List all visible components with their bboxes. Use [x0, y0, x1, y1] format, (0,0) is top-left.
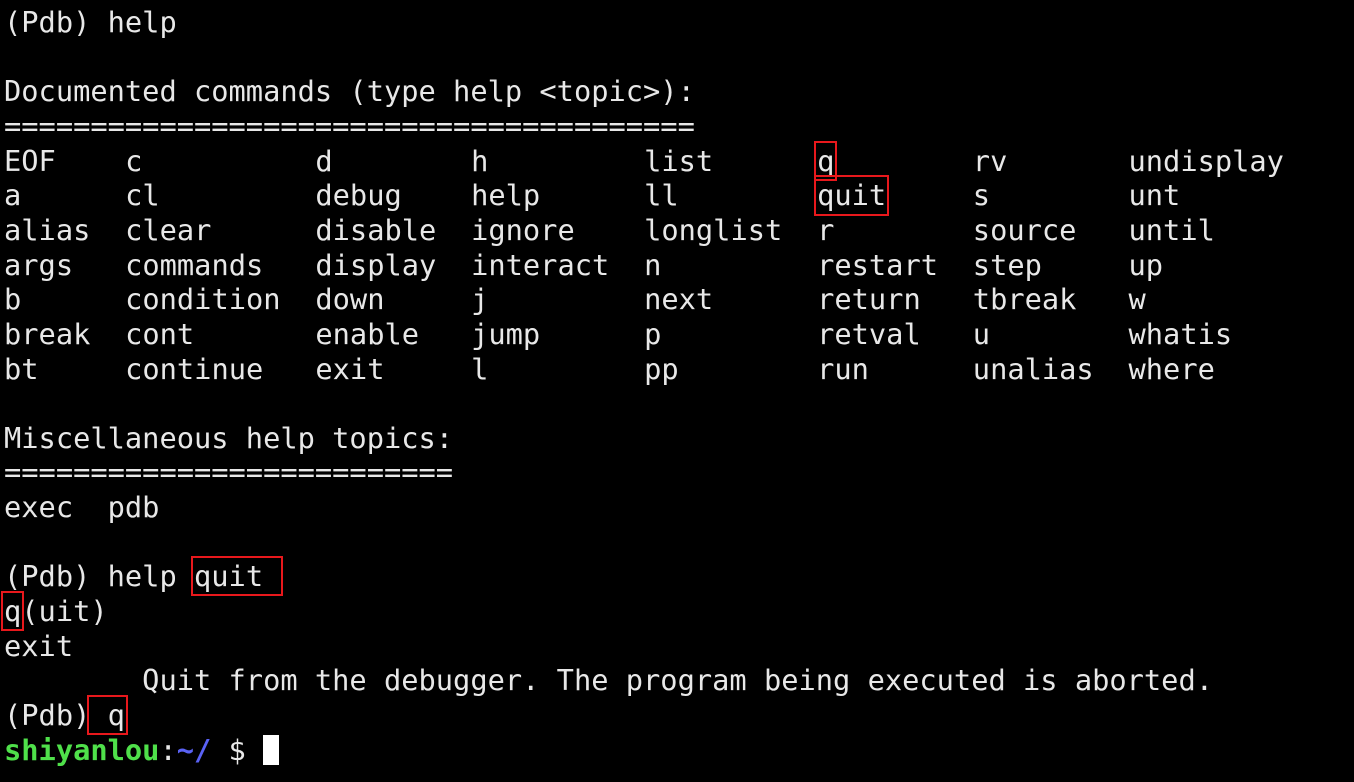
quit-usage: q(uit) — [0, 591, 108, 632]
shell-symbol: $ — [211, 732, 264, 767]
command-condition: condition — [125, 282, 281, 317]
command-debug: debug — [315, 178, 402, 213]
shell-colon: : — [159, 732, 177, 767]
command-j: j — [471, 282, 489, 317]
shell-user: shiyanlou — [4, 732, 160, 767]
exit-alias: exit — [4, 628, 74, 663]
misc-topics-heading: Miscellaneous help topics: — [4, 420, 454, 455]
command-c: c — [125, 143, 143, 178]
command-next: next — [644, 282, 714, 317]
command-unt: unt — [1128, 178, 1181, 213]
quit-description: Quit from the debugger. The program bein… — [4, 663, 1213, 698]
command-break: break — [4, 316, 91, 351]
prompt-text: (Pdb) help — [4, 559, 194, 594]
command-tbreak: tbreak — [972, 282, 1077, 317]
command-unalias: unalias — [972, 351, 1094, 386]
command-ignore: ignore — [471, 212, 575, 247]
highlighted-q-command: q — [87, 695, 128, 735]
command-restart: restart — [817, 247, 938, 282]
command-pp: pp — [644, 351, 679, 386]
command-l: l — [471, 351, 489, 386]
command-display: display — [315, 247, 437, 282]
command-list: list — [644, 143, 714, 178]
command-r: r — [817, 212, 835, 247]
command-commands: commands — [125, 247, 264, 282]
command-undisplay: undisplay — [1128, 143, 1284, 178]
command-exit: exit — [315, 351, 385, 386]
misc-rule: ========================== — [4, 455, 454, 490]
command-cl: cl — [125, 178, 160, 213]
misc-topics: exec pdb — [4, 490, 160, 525]
command-cont: cont — [125, 316, 195, 351]
command-n: n — [644, 247, 662, 282]
command-retval: retval — [817, 316, 921, 351]
command-alias: alias — [4, 212, 91, 247]
command-p: p — [644, 316, 662, 351]
pdb-prompt-q: (Pdb) q — [4, 695, 128, 735]
command-s: s — [972, 178, 991, 213]
command-b: b — [4, 282, 22, 317]
command-quit: quit — [814, 175, 890, 216]
prompt-text: (Pdb) — [4, 698, 91, 732]
command-q: q — [814, 140, 838, 182]
command-ll: ll — [644, 178, 679, 213]
command-jump: jump — [471, 316, 541, 351]
documented-commands-heading: Documented commands (type help <topic>): — [4, 74, 695, 109]
shell-path: ~/ — [176, 732, 212, 767]
command-run: run — [817, 351, 869, 386]
command-return: return — [817, 282, 921, 317]
pdb-prompt-help-quit: (Pdb) help quit — [4, 556, 284, 597]
command-whatis: whatis — [1128, 316, 1233, 351]
command-up: up — [1128, 247, 1164, 282]
command-longlist: longlist — [644, 212, 783, 247]
command-disable: disable — [315, 212, 437, 247]
command-down: down — [315, 282, 385, 317]
command-continue: continue — [125, 351, 264, 386]
command-where: where — [1128, 351, 1215, 386]
command-source: source — [972, 212, 1077, 247]
highlighted-q: q — [0, 591, 25, 632]
heading-rule: ======================================== — [4, 108, 695, 143]
pdb-prompt-help: (Pdb) help — [4, 5, 177, 39]
command-rv: rv — [972, 143, 1008, 178]
command-a: a — [4, 178, 22, 213]
command-step: step — [972, 247, 1042, 282]
highlighted-quit-arg: quit — [190, 556, 284, 597]
command-until: until — [1128, 212, 1215, 247]
command-eof: EOF — [4, 143, 56, 178]
command-enable: enable — [315, 316, 420, 351]
command-clear: clear — [125, 212, 212, 247]
command-w: w — [1128, 282, 1146, 317]
command-interact: interact — [471, 247, 610, 282]
shell-prompt[interactable]: shiyanlou:~/ $ — [4, 732, 280, 768]
command-bt: bt — [4, 351, 39, 386]
quit-usage-rest: (uit) — [21, 594, 108, 629]
cursor — [263, 734, 280, 765]
command-d: d — [315, 143, 333, 178]
command-args: args — [4, 247, 74, 282]
command-u: u — [972, 316, 991, 351]
command-h: h — [471, 143, 489, 178]
command-help: help — [471, 178, 541, 213]
